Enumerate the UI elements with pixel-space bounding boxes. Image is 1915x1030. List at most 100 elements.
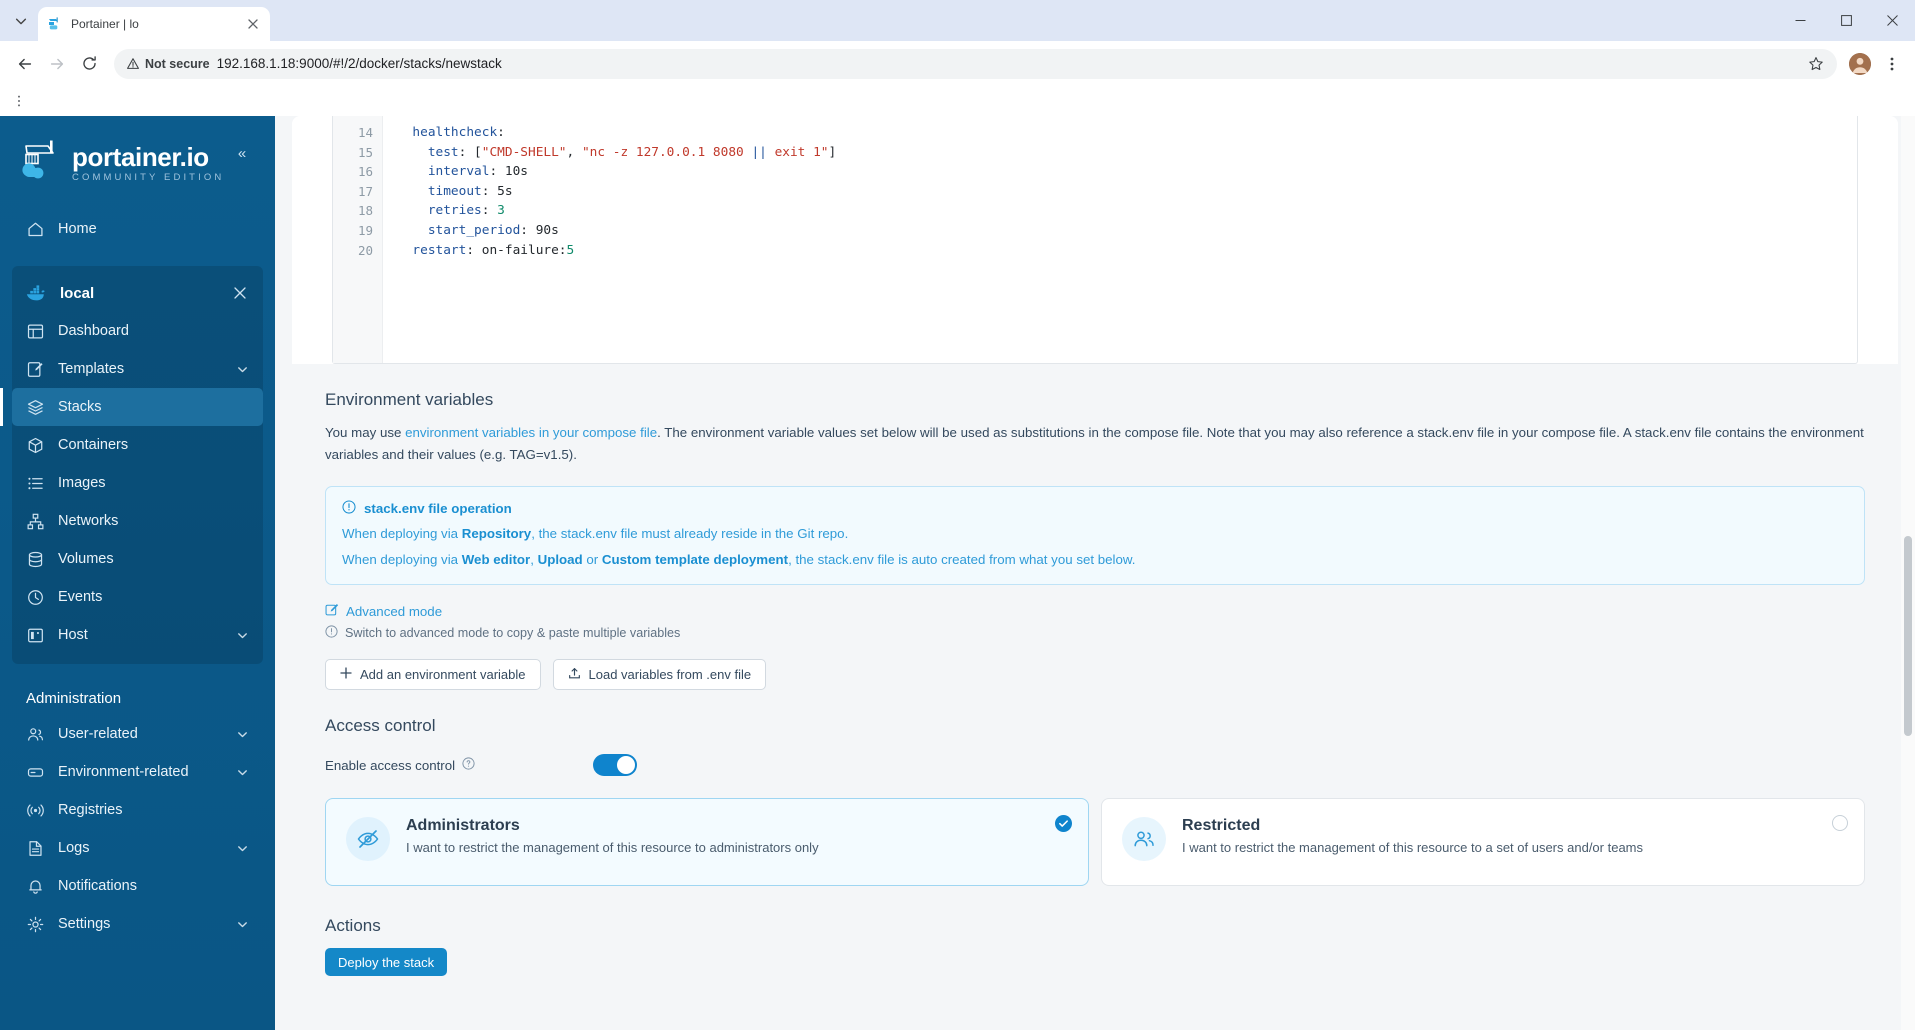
environment-variables-section: Environment variables You may use enviro… — [292, 364, 1898, 977]
close-icon[interactable] — [245, 16, 261, 32]
sidebar-item-networks[interactable]: Networks — [12, 502, 263, 540]
star-icon[interactable] — [1803, 51, 1829, 77]
url-text: 192.168.1.18:9000/#!/2/docker/stacks/new… — [216, 56, 502, 71]
tab-strip: Portainer | lo — [0, 0, 1915, 41]
sidebar-item-containers[interactable]: Containers — [12, 426, 263, 464]
chevron-down-icon[interactable] — [236, 918, 249, 931]
security-indicator[interactable]: Not secure — [126, 57, 210, 71]
maximize-icon[interactable] — [1823, 0, 1869, 41]
info-line2-webeditor: Web editor — [461, 552, 531, 568]
forward-arrow-icon[interactable] — [42, 49, 72, 79]
info-line1-a: When deploying via — [342, 525, 462, 541]
sidebar-item-dashboard[interactable]: Dashboard — [12, 312, 263, 350]
editor-code-area[interactable]: healthcheck: test: ["CMD-SHELL", "nc -z … — [383, 116, 1857, 363]
code-token: ] — [828, 144, 837, 160]
access-option-text: Administrators I want to restrict the ma… — [406, 817, 819, 855]
sidebar-item-label: Images — [58, 475, 106, 491]
env-desc-part1: You may use — [325, 425, 406, 440]
access-option-text: Restricted I want to restrict the manage… — [1182, 817, 1643, 855]
access-option-restricted[interactable]: Restricted I want to restrict the manage… — [1101, 798, 1865, 887]
code-token: timeout — [397, 183, 482, 199]
access-control-title: Access control — [325, 716, 436, 736]
chevron-down-icon[interactable] — [236, 842, 249, 855]
sidebar-environment-header[interactable]: local — [12, 274, 263, 312]
window-close-icon[interactable] — [1869, 0, 1915, 41]
sidebar-item-images[interactable]: Images — [12, 464, 263, 502]
sidebar-item-stacks[interactable]: Stacks — [0, 388, 263, 426]
environment-icon — [26, 763, 44, 781]
sidebar-item-home[interactable]: Home — [12, 210, 263, 248]
sidebar-item-label: Dashboard — [58, 323, 129, 339]
sidebar-item-templates[interactable]: Templates — [12, 350, 263, 388]
code-token: 90s — [535, 222, 559, 238]
chevron-down-icon[interactable] — [236, 629, 249, 642]
sidebar-item-volumes[interactable]: Volumes — [12, 540, 263, 578]
sidebar-item-events[interactable]: Events — [12, 578, 263, 616]
info-circle-icon — [325, 625, 338, 641]
sidebar-item-settings[interactable]: Settings — [12, 905, 263, 943]
access-option-desc: I want to restrict the management of thi… — [406, 840, 819, 856]
plus-icon — [340, 667, 352, 682]
editor-code-line: timeout: 5s — [397, 182, 1857, 202]
env-vars-doc-link[interactable]: environment variables in your compose fi… — [405, 425, 657, 440]
chevron-down-icon[interactable] — [236, 363, 249, 376]
info-line2-g: , the stack.env file is auto created fro… — [788, 552, 1136, 568]
info-line2-customtemplate: Custom template deployment — [601, 552, 789, 568]
sidebar-item-label: Settings — [58, 916, 111, 932]
images-icon — [26, 474, 44, 492]
code-token: : — [489, 164, 505, 180]
close-icon[interactable] — [231, 284, 249, 302]
collapse-sidebar-button[interactable]: « — [229, 140, 255, 166]
info-box-line-1: When deploying via Repository, the stack… — [342, 524, 1848, 543]
reload-icon[interactable] — [74, 49, 104, 79]
scrollbar-thumb[interactable] — [1904, 536, 1912, 736]
sidebar: portainer.io COMMUNITY EDITION « Home lo… — [0, 116, 275, 1030]
load-variables-label: Load variables from .env file — [588, 667, 752, 683]
chevron-down-icon[interactable] — [236, 766, 249, 779]
bookmark-menu-icon[interactable] — [10, 90, 28, 112]
editor-code-line: test: ["CMD-SHELL", "nc -z 127.0.0.1 808… — [397, 143, 1857, 163]
sidebar-item-label: Stacks — [58, 399, 102, 415]
radio-unselected[interactable] — [1832, 815, 1848, 832]
sidebar-item-logs[interactable]: Logs — [12, 829, 263, 867]
browser-window: Portainer | lo Not secure 192.168.1.18:9… — [0, 0, 1915, 1030]
scrollbar-vertical[interactable] — [1901, 116, 1915, 1030]
sidebar-item-registries[interactable]: Registries — [12, 791, 263, 829]
back-arrow-icon[interactable] — [10, 49, 40, 79]
code-editor[interactable]: 14 15 16 17 18 19 20 healthcheck: test: ["CMD-… — [332, 116, 1858, 364]
editor-line-number: 15 — [357, 144, 373, 160]
containers-icon — [26, 436, 44, 454]
sidebar-admin-label: Administration — [26, 690, 122, 707]
sidebar-item-label: Templates — [58, 361, 125, 377]
load-variables-from-env-file-button[interactable]: Load variables from .env file — [552, 659, 767, 691]
add-environment-variable-label: Add an environment variable — [360, 667, 526, 683]
access-option-administrators[interactable]: Administrators I want to restrict the ma… — [325, 798, 1089, 887]
sidebar-top-list: Home — [0, 192, 275, 248]
window-controls — [1777, 0, 1915, 41]
code-token: on-failure: — [481, 242, 567, 258]
tab-search-icon[interactable] — [4, 4, 38, 38]
code-token: 3 — [497, 203, 505, 219]
browser-tab[interactable]: Portainer | lo — [38, 7, 270, 41]
access-option-name: Administrators — [406, 817, 520, 835]
deploy-the-stack-button[interactable]: Deploy the stack — [325, 948, 448, 977]
code-token: : — [497, 125, 505, 140]
advanced-mode-label: Advanced mode — [346, 604, 443, 620]
access-control-toggle-row: Enable access control — [325, 754, 1865, 777]
portainer-logo[interactable]: portainer.io COMMUNITY EDITION — [20, 140, 224, 186]
sidebar-item-host[interactable]: Host — [12, 616, 263, 654]
kebab-menu-icon[interactable] — [1879, 51, 1905, 77]
avatar-icon[interactable] — [1849, 52, 1871, 75]
address-bar[interactable]: Not secure 192.168.1.18:9000/#!/2/docker… — [114, 48, 1837, 79]
advanced-mode-toggle[interactable]: Advanced mode — [325, 603, 1865, 620]
code-token: : — [520, 222, 536, 238]
chevron-down-icon[interactable] — [236, 728, 249, 741]
minimize-icon[interactable] — [1777, 0, 1823, 41]
sidebar-item-notifications[interactable]: Notifications — [12, 867, 263, 905]
add-environment-variable-button[interactable]: Add an environment variable — [325, 659, 541, 691]
enable-access-control-toggle[interactable] — [593, 754, 637, 777]
sidebar-item-environment-related[interactable]: Environment-related — [12, 753, 263, 791]
sidebar-item-user-related[interactable]: User-related — [12, 715, 263, 753]
code-token: 5s — [497, 183, 513, 199]
question-circle-icon[interactable] — [462, 757, 475, 773]
